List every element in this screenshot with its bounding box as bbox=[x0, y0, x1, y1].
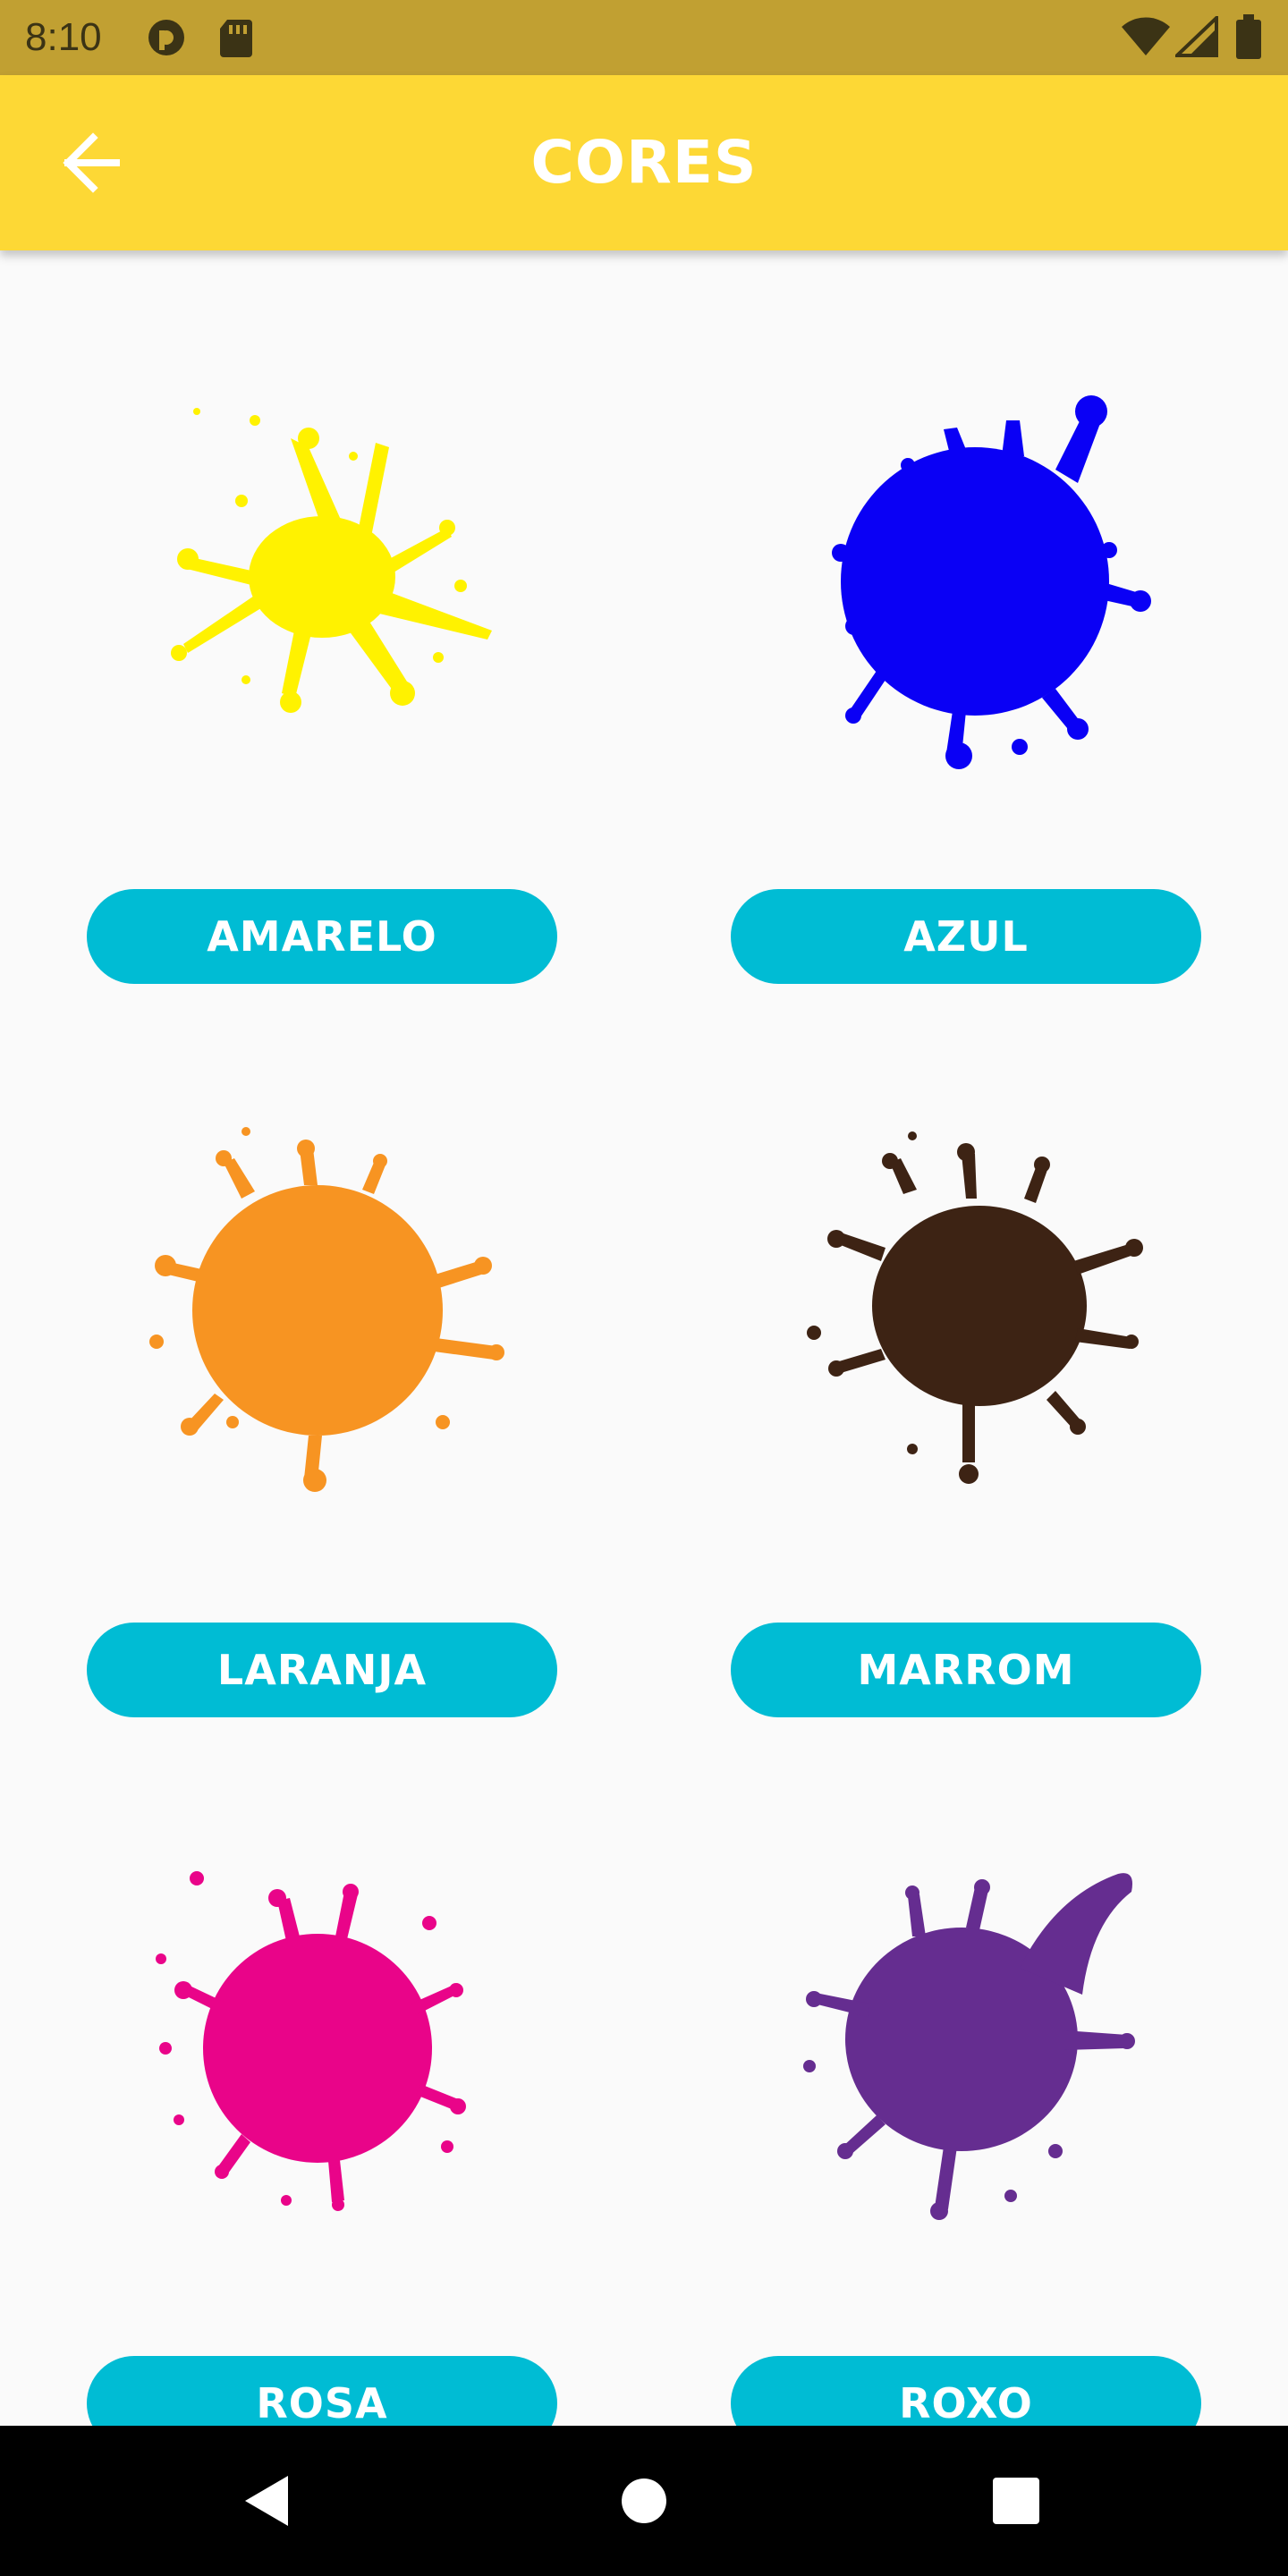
wifi-icon bbox=[1122, 17, 1170, 55]
color-card-laranja: LARANJA bbox=[45, 1127, 599, 1825]
page-title: CORES bbox=[530, 128, 758, 197]
paint-splat-icon bbox=[803, 1873, 1135, 2220]
paint-splat-icon bbox=[149, 1127, 504, 1492]
paint-splat-icon bbox=[171, 408, 492, 713]
color-card-roxo: ROXO bbox=[689, 1860, 1243, 2426]
color-grid: AMARELO AZUL LARANJA MARROM ROSA ROXO bbox=[0, 250, 1288, 2426]
color-button-amarelo[interactable]: AMARELO bbox=[87, 889, 557, 984]
home-circle-icon[interactable] bbox=[608, 2465, 680, 2537]
back-button[interactable] bbox=[50, 116, 143, 209]
paint-splat-icon bbox=[832, 395, 1151, 769]
color-button-marrom[interactable]: MARROM bbox=[731, 1623, 1201, 1717]
recents-square-icon[interactable] bbox=[980, 2465, 1052, 2537]
navigation-bar bbox=[0, 2426, 1288, 2576]
arrow-left-icon bbox=[63, 132, 120, 193]
battery-icon bbox=[1236, 14, 1261, 59]
sd-card-icon bbox=[220, 20, 252, 57]
status-bar: 8:10 bbox=[0, 0, 1288, 75]
color-button-roxo[interactable]: ROXO bbox=[731, 2356, 1201, 2426]
app-bar: CORES bbox=[0, 75, 1288, 250]
status-time: 8:10 bbox=[25, 15, 102, 59]
color-card-marrom: MARROM bbox=[689, 1127, 1243, 1825]
color-card-azul: AZUL bbox=[689, 394, 1243, 1091]
color-button-rosa[interactable]: ROSA bbox=[87, 2356, 557, 2426]
paint-splat-icon bbox=[807, 1131, 1143, 1484]
signal-icon bbox=[1175, 16, 1218, 57]
back-triangle-icon[interactable] bbox=[233, 2465, 304, 2537]
color-button-laranja[interactable]: LARANJA bbox=[87, 1623, 557, 1717]
color-card-amarelo: AMARELO bbox=[45, 394, 599, 1091]
app-notification-icon bbox=[148, 20, 184, 55]
paint-splat-icon bbox=[156, 1871, 466, 2211]
color-card-rosa: ROSA bbox=[45, 1860, 599, 2426]
color-button-azul[interactable]: AZUL bbox=[731, 889, 1201, 984]
